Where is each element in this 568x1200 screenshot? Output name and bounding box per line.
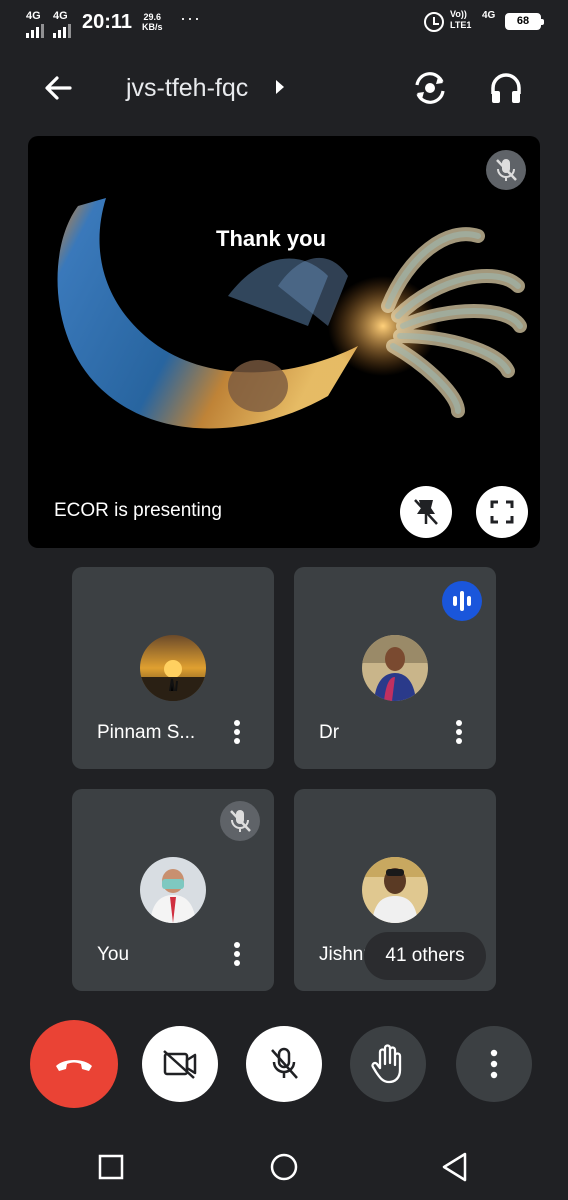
- home-icon[interactable]: [269, 1152, 299, 1182]
- speed-unit: KB/s: [142, 22, 163, 32]
- lte-label: LTE1: [450, 20, 472, 30]
- network-type-2: 4G: [53, 10, 68, 22]
- speed-value: 29.6: [143, 12, 162, 22]
- volte-label: Vo)): [450, 9, 467, 19]
- switch-camera-icon[interactable]: [410, 68, 450, 108]
- participant-tile[interactable]: You: [72, 789, 274, 991]
- network-speed: 29.6 KB/s: [142, 12, 163, 32]
- battery-icon: 68: [505, 13, 544, 30]
- meeting-code[interactable]: jvs-tfeh-fqc: [126, 74, 248, 103]
- signal-icon-2: [53, 22, 71, 38]
- participant-name: You: [97, 944, 130, 965]
- participant-tile[interactable]: Dr: [294, 567, 496, 769]
- end-call-icon: [56, 1060, 92, 1071]
- more-options-button[interactable]: [456, 1026, 532, 1102]
- back-arrow-icon[interactable]: [38, 68, 78, 108]
- mic-off-icon: [271, 1047, 298, 1079]
- presenter-muted-mic-off-icon: [486, 150, 526, 190]
- volte-indicator: Vo)) LTE1: [450, 9, 471, 31]
- fullscreen-button[interactable]: [476, 486, 528, 538]
- presenter-label: ECOR is presenting: [54, 500, 222, 521]
- camera-toggle-button[interactable]: [142, 1026, 218, 1102]
- participant-name: Pinnam S...: [97, 722, 196, 743]
- headphones-icon[interactable]: [486, 68, 526, 108]
- more-notifications-icon: ···: [180, 8, 201, 28]
- mic-toggle-button[interactable]: [246, 1026, 322, 1102]
- meeting-details-caret-icon[interactable]: [276, 80, 284, 94]
- avatar: [140, 857, 206, 923]
- status-bar: 4G 4G 20:11 29.6 KB/s ··· Vo)) LTE1 4G 6…: [0, 0, 568, 44]
- avatar: [362, 857, 428, 923]
- slide-text: Thank you: [216, 226, 327, 251]
- raise-hand-icon: [371, 1044, 402, 1084]
- camera-off-icon: [163, 1050, 197, 1079]
- signal-icon-1: [26, 22, 44, 38]
- avatar: [140, 635, 206, 701]
- unpin-icon: [414, 499, 438, 525]
- speaking-indicator-icon: [442, 581, 482, 621]
- more-options-icon: [490, 1049, 498, 1079]
- participant-more-icon[interactable]: [224, 937, 250, 971]
- participant-more-icon[interactable]: [224, 715, 250, 749]
- raise-hand-button[interactable]: [350, 1026, 426, 1102]
- alarm-icon: [424, 12, 444, 32]
- participant-more-icon[interactable]: [446, 715, 472, 749]
- nav-back-icon[interactable]: [440, 1151, 470, 1183]
- clock: 20:11: [82, 11, 133, 33]
- recent-apps-icon[interactable]: [98, 1154, 124, 1180]
- others-count-badge[interactable]: 41 others: [364, 932, 486, 980]
- presentation-view[interactable]: Thank you ECOR is presenting: [28, 136, 540, 548]
- mic-off-icon: [220, 801, 260, 841]
- network-type-3: 4G: [482, 10, 496, 21]
- avatar: [362, 635, 428, 701]
- network-type-1: 4G: [26, 10, 41, 22]
- participant-name: Dr: [319, 722, 340, 743]
- fullscreen-icon: [490, 500, 514, 524]
- end-call-button[interactable]: [30, 1020, 118, 1108]
- participant-tile[interactable]: Pinnam S...: [72, 567, 274, 769]
- unpin-button[interactable]: [400, 486, 452, 538]
- slide-image: [57, 198, 527, 429]
